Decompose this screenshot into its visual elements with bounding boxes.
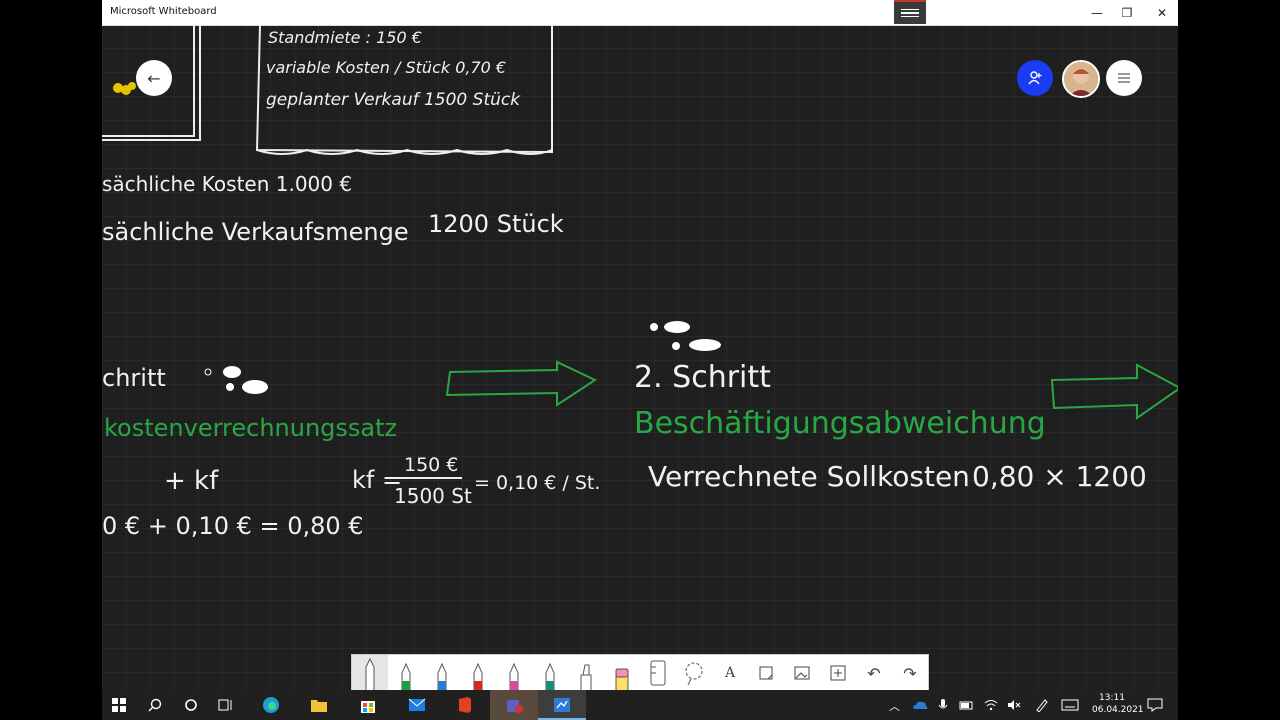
ruler-tool[interactable] xyxy=(640,655,676,690)
wifi-icon[interactable] xyxy=(981,695,1001,715)
text-icon: A xyxy=(724,665,736,681)
note-tool[interactable] xyxy=(748,655,784,690)
arrow-left-icon: ← xyxy=(147,68,161,88)
step1-subheading: kostenverrechnungssatz xyxy=(104,414,398,442)
onedrive-icon[interactable] xyxy=(910,695,930,715)
clock-time: 13:11 xyxy=(1099,693,1125,703)
undo-button[interactable]: ↶ xyxy=(856,655,892,690)
dot-drawing xyxy=(226,383,234,391)
dot-drawing xyxy=(204,368,212,376)
dot-drawing xyxy=(223,366,241,378)
box-line-planned-sales: geplanter Verkauf 1500 Stück xyxy=(266,90,521,110)
file-explorer-icon[interactable] xyxy=(309,695,329,715)
fraction-numerator: 150 € xyxy=(404,454,459,476)
settings-menu-button[interactable] xyxy=(1106,60,1142,96)
image-tool[interactable] xyxy=(784,655,820,690)
pen-workspace-icon[interactable] xyxy=(1032,695,1052,715)
fraction-denominator: 1500 St xyxy=(394,484,472,508)
actual-quantity-value: 1200 Stück xyxy=(428,210,564,238)
step1-formula-left: + kf xyxy=(164,466,219,496)
search-icon[interactable] xyxy=(145,695,165,715)
arrow-drawing xyxy=(1050,363,1178,420)
step1-heading: chritt xyxy=(102,364,166,392)
whiteboard-taskbar-button[interactable] xyxy=(538,690,586,720)
edge-browser-icon[interactable] xyxy=(261,695,281,715)
box-line-variable-costs: variable Kosten / Stück 0,70 € xyxy=(266,58,507,77)
redo-button[interactable]: ↷ xyxy=(892,655,928,690)
step2-line1-value: 0,80 × 1200 xyxy=(972,460,1147,493)
pen-multicolor-tool[interactable] xyxy=(496,655,532,690)
windows-taskbar: ︿ 13:11 06.04.2021 xyxy=(102,690,1178,720)
user-avatar[interactable] xyxy=(1062,60,1100,98)
text-tool[interactable]: A xyxy=(712,655,748,690)
volume-muted-icon[interactable] xyxy=(1004,695,1024,715)
back-button[interactable]: ← xyxy=(136,60,172,96)
dot-drawing xyxy=(242,380,268,394)
step1-formula-result: = 0,10 € / St. xyxy=(474,472,601,494)
board-strokes xyxy=(102,24,1178,479)
dot-drawing xyxy=(672,342,680,350)
battery-icon[interactable] xyxy=(957,695,977,715)
windows-start-icon[interactable] xyxy=(109,695,129,715)
share-button[interactable] xyxy=(1017,60,1053,96)
step2-heading: 2. Schritt xyxy=(634,360,771,395)
whiteboard-window: Microsoft Whiteboard — ❐ ✕ Standmiete : … xyxy=(102,0,1178,690)
mail-icon[interactable] xyxy=(407,695,427,715)
actual-costs-text: sächliche Kosten 1.000 € xyxy=(102,172,353,196)
step1-line2: 0 € + 0,10 € = 0,80 € xyxy=(102,512,364,540)
clock[interactable]: 13:11 06.04.2021 xyxy=(1092,692,1144,716)
add-tool[interactable] xyxy=(820,655,856,690)
store-icon[interactable] xyxy=(358,695,378,715)
teams-icon xyxy=(504,695,524,715)
dot-drawing xyxy=(689,339,721,351)
pen-teal-tool[interactable] xyxy=(532,655,568,690)
pen-red-tool[interactable] xyxy=(460,655,496,690)
task-view-icon[interactable] xyxy=(216,695,236,715)
chevron-up-icon[interactable]: ︿ xyxy=(889,698,900,714)
undo-icon: ↶ xyxy=(867,663,881,683)
box-line-standmiete: Standmiete : 150 € xyxy=(268,28,422,47)
person-add-icon xyxy=(1028,71,1042,85)
lasso-tool[interactable] xyxy=(676,655,712,690)
hamburger-icon xyxy=(1118,73,1130,83)
teams-taskbar-button[interactable] xyxy=(490,690,538,720)
step2-line1: Verrechnete Sollkosten xyxy=(648,460,970,493)
whiteboard-icon xyxy=(552,695,572,715)
eraser-tool[interactable] xyxy=(604,655,640,690)
clock-date: 06.04.2021 xyxy=(1092,705,1144,715)
dot-drawing xyxy=(650,323,658,331)
redo-icon: ↷ xyxy=(903,663,917,683)
arrow-drawing xyxy=(445,360,598,407)
pen-green-tool[interactable] xyxy=(388,655,424,690)
step2-subheading: Beschäftigungsabweichung xyxy=(634,406,1046,441)
highlighter-tool[interactable] xyxy=(568,655,604,690)
coin-drawing xyxy=(128,82,136,90)
pen-select-tool[interactable] xyxy=(352,655,388,690)
dot-drawing xyxy=(664,321,690,333)
microphone-icon[interactable] xyxy=(933,695,953,715)
actual-quantity-text: sächliche Verkaufsmenge xyxy=(102,218,409,246)
pen-blue-tool[interactable] xyxy=(424,655,460,690)
office-icon[interactable] xyxy=(455,695,475,715)
cortana-icon[interactable] xyxy=(181,695,201,715)
notifications-icon[interactable] xyxy=(1145,695,1165,715)
keyboard-icon[interactable] xyxy=(1060,695,1080,715)
inking-toolbar: A ↶ ↷ xyxy=(351,654,929,690)
